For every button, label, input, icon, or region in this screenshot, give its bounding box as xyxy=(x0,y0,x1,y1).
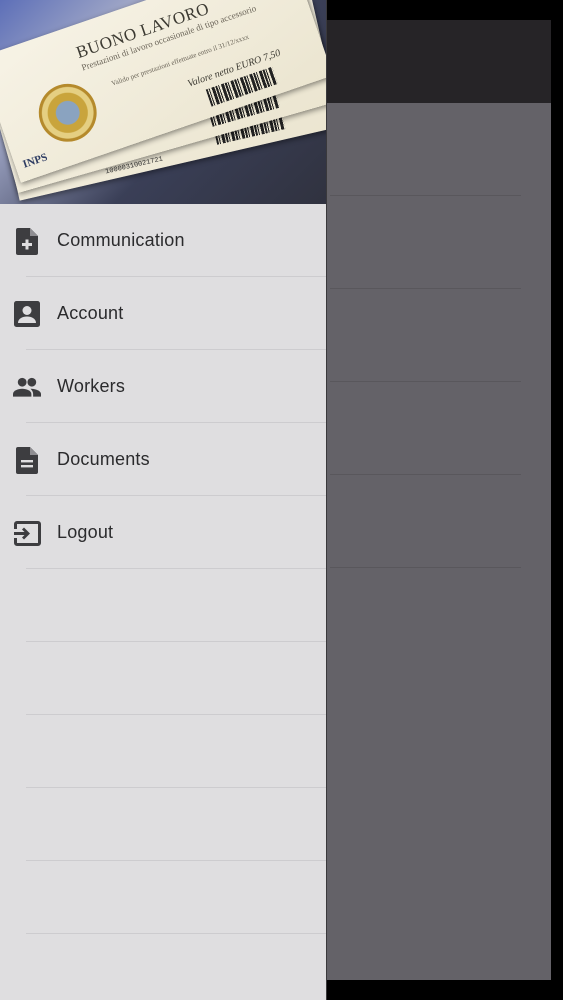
menu-item-label: Workers xyxy=(57,376,126,396)
document-icon xyxy=(13,446,41,474)
menu-item-label: Account xyxy=(57,303,124,323)
empty-row xyxy=(0,788,326,861)
drawer-header-image: Valore netto EURO 7,50 10000310021721 Va… xyxy=(0,0,326,204)
drawer-edge xyxy=(326,0,327,1000)
empty-row xyxy=(0,642,326,715)
menu-item-label: Documents xyxy=(57,449,150,469)
menu-item-label: Logout xyxy=(57,522,114,542)
logout-icon xyxy=(13,520,41,546)
menu-item-workers[interactable]: Workers xyxy=(0,350,326,423)
add-document-icon xyxy=(13,227,41,255)
menu-item-communication[interactable]: Communication xyxy=(0,204,326,277)
menu-item-label: Communication xyxy=(57,230,185,250)
navigation-drawer: Valore netto EURO 7,50 10000310021721 Va… xyxy=(0,0,326,1000)
empty-row xyxy=(0,569,326,642)
menu-item-account[interactable]: Account xyxy=(0,277,326,350)
empty-row xyxy=(0,715,326,788)
people-icon xyxy=(13,374,41,400)
menu-item-logout[interactable]: Logout xyxy=(0,496,326,569)
voucher-issuer: INPS xyxy=(21,151,49,171)
voucher-seal xyxy=(30,75,105,150)
empty-row xyxy=(0,861,326,934)
drawer-menu: Communication Account Workers Documents … xyxy=(0,204,326,1000)
account-box-icon xyxy=(13,301,41,327)
menu-item-documents[interactable]: Documents xyxy=(0,423,326,496)
